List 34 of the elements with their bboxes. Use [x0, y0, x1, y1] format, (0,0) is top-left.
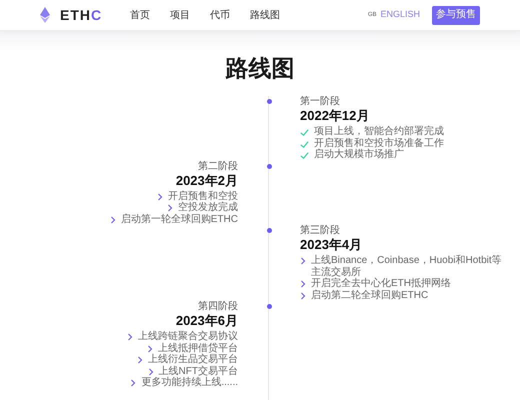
milestone-text: 上线Binance，Coinbase，Huobi和Hotbit等主流交易所: [311, 255, 503, 278]
milestone-text: 启动第一轮全球回购ETHC: [120, 214, 238, 225]
milestone-text: 上线衍生品交易平台: [148, 354, 238, 366]
milestone-text: 上线NFT交易平台: [158, 366, 238, 376]
milestone-text: 开启预售和空投: [168, 190, 238, 202]
milestone-text: 空投发放完成: [178, 202, 238, 214]
presale-button[interactable]: 参与预售: [432, 6, 480, 24]
milestone-text: 上线抵押借贷平台: [158, 342, 238, 354]
diamond-logo-icon: [40, 7, 50, 23]
phase-date: 2022年12月: [300, 107, 370, 124]
milestone-text: 上线跨链聚合交易协议: [138, 331, 238, 342]
chevron-right-icon: [130, 379, 136, 387]
milestone-text: 启动第二轮全球回购ETHC: [311, 290, 428, 301]
milestone-text: 开启完全去中心化ETH抵押网络: [311, 278, 451, 290]
phase-label: 第四阶段: [198, 301, 238, 312]
nav-link[interactable]: 代币: [210, 8, 230, 22]
milestone-text: 项目上线，智能合约部署完成: [314, 126, 444, 138]
phase-label: 第二阶段: [198, 160, 238, 172]
nav-link[interactable]: 首页: [130, 8, 150, 22]
chevron-right-icon: [127, 333, 133, 341]
phase-date: 2023年2月: [176, 172, 238, 188]
phase-label: 第三阶段: [300, 225, 340, 236]
chevron-right-icon: [300, 257, 306, 265]
chevron-right-icon: [110, 216, 116, 224]
phase-date: 2023年6月: [176, 312, 238, 329]
logo-text[interactable]: ETHC: [60, 4, 102, 26]
nav-link[interactable]: 项目: [170, 8, 190, 22]
milestone-text: 更多功能持续上线......: [141, 377, 238, 388]
phase-date: 2023年4月: [300, 236, 362, 253]
page-title: 路线图: [226, 54, 294, 82]
milestone-text: 启动大规模市场推广: [314, 149, 404, 160]
phase-label: 第一阶段: [300, 96, 340, 107]
milestone-text: 开启预售和空投市场准备工作: [314, 138, 444, 148]
nav-link[interactable]: 路线图: [250, 8, 280, 22]
